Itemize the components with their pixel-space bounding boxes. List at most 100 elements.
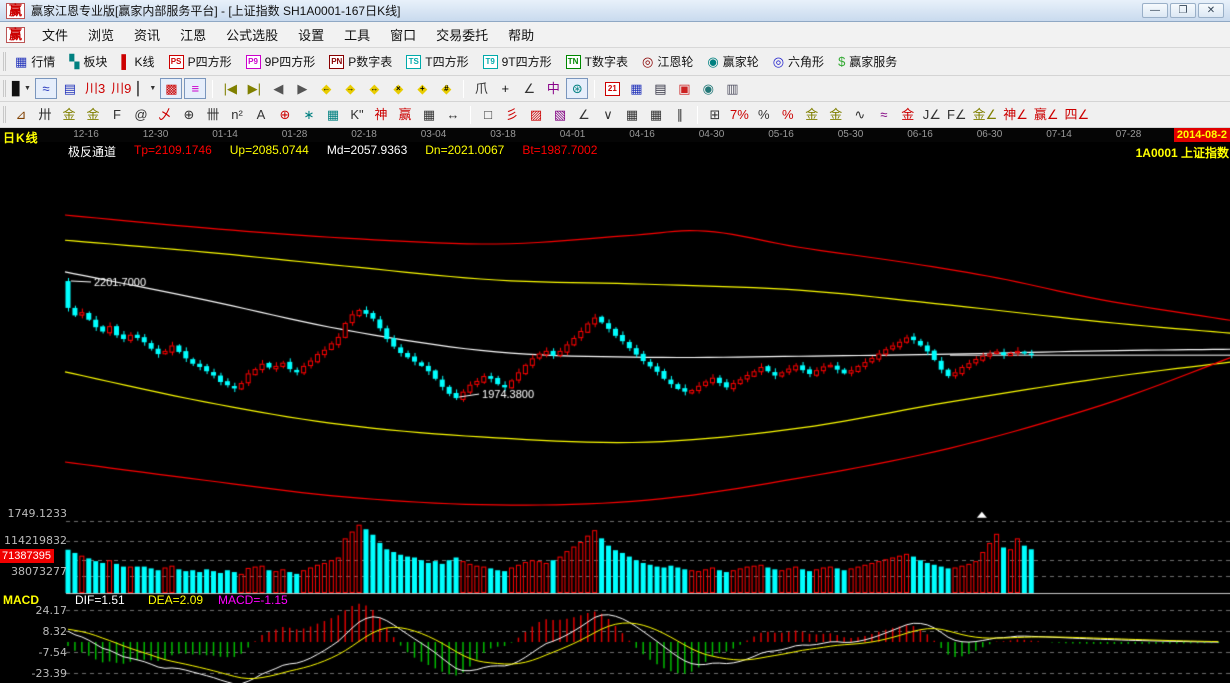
tool-channel-view[interactable]: ≈ [35,78,57,99]
tool-expand-horizontal[interactable]: ◆↔ [363,78,385,99]
tool-n-square[interactable]: n² [226,104,248,125]
menu-item-8[interactable]: 交易委托 [427,22,497,47]
tool-win-tool[interactable]: 赢 [394,104,416,125]
menu-item-1[interactable]: 浏览 [79,22,123,47]
tool-f-line[interactable]: F [106,104,128,125]
tool-draw-compass[interactable]: ⊿ [10,104,32,125]
tool-width-arrows[interactable]: ↔ [442,104,464,125]
tool-mini-chart-3[interactable]: 川3 [83,78,107,99]
tool-notes[interactable]: ▤ [649,78,671,99]
tool-v-lines[interactable]: ∨ [597,104,619,125]
tool-info-panel[interactable]: ▤ [59,78,81,99]
tool-compress-horizontal[interactable]: ◆× [387,78,409,99]
tool-j-angle[interactable]: J∠ [921,104,943,125]
tool-gold-channel-2[interactable]: 金 [82,104,104,125]
tool-candle-style-dropdown[interactable]: ▏▼ [135,78,158,99]
tool-first-page[interactable]: |◀ [219,78,241,99]
toolbar-button-gann-wheel[interactable]: ◎江恩轮 [637,51,698,72]
toolbar-button-quotes[interactable]: ▦行情 [10,51,60,72]
tool-gold-red[interactable]: 金 [897,104,919,125]
tool-percent-7[interactable]: 7% [728,104,751,125]
tool-calculator[interactable]: ▦ [625,78,647,99]
tool-save[interactable]: ▣ [673,78,695,99]
tool-gold-channel-1[interactable]: 金 [58,104,80,125]
minimize-button[interactable]: — [1142,3,1168,18]
menu-item-2[interactable]: 资讯 [125,22,169,47]
tool-circle-target[interactable]: ⊕ [274,104,296,125]
tool-crosshair-tool[interactable]: + [494,78,516,99]
toolbar-button-t-number-table[interactable]: TNT数字表 [561,51,633,72]
tool-price-grid[interactable]: ▦ [621,104,643,125]
toolbar-button-kline[interactable]: ▌K线 [116,51,159,72]
tool-period-dropdown[interactable]: ▊▼ [10,78,33,99]
tool-print[interactable]: ▥ [721,78,743,99]
toolbar-button-9p-square[interactable]: P99P四方形 [241,51,321,72]
tool-fan-box[interactable]: ▨ [525,104,547,125]
tool-calendar[interactable]: 21 [601,78,623,99]
toolbar-button-t-square[interactable]: TST四方形 [401,51,473,72]
tool-gold-circle[interactable]: 金 [801,104,823,125]
tool-star-web[interactable]: ∗ [298,104,320,125]
close-button[interactable]: ✕ [1198,3,1224,18]
tool-pattern-tool[interactable]: ▩ [160,78,182,99]
toolbar-button-p-square[interactable]: PSP四方形 [164,51,237,72]
tool-gold-angle[interactable]: 金∠ [971,104,1000,125]
tool-shen-angle[interactable]: 神∠ [1001,104,1030,125]
tool-shift-left[interactable]: ◆← [315,78,337,99]
tool-parallel-lines[interactable]: ∥ [669,104,691,125]
tool-volume-histogram[interactable]: ≡ [184,78,206,99]
menu-item-4[interactable]: 公式选股 [217,22,287,47]
menu-item-9[interactable]: 帮助 [499,22,543,47]
tool-send-web[interactable]: ◉ [697,78,719,99]
menu-item-5[interactable]: 设置 [289,22,333,47]
tool-grid-123[interactable]: ▦ [418,104,440,125]
maximize-button[interactable]: ❐ [1170,3,1196,18]
tool-k-mark[interactable]: K" [346,104,368,125]
tool-full-view[interactable]: ◆# [435,78,457,99]
tool-f-angle[interactable]: F∠ [945,104,969,125]
tool-gold-lines[interactable]: 金 [825,104,847,125]
tool-angle-lines[interactable]: ∠ [573,104,595,125]
toolbar-button-winner-service[interactable]: $赢家服务 [833,51,902,72]
tool-last-page[interactable]: ▶| [243,78,265,99]
tool-percent[interactable]: % [753,104,775,125]
menu-item-3[interactable]: 江恩 [171,22,215,47]
tool-spiral[interactable]: @ [130,104,152,125]
date-axis[interactable]: 12-1612-3001-1401-2802-1803-0403-1804-01… [0,128,1230,142]
tool-red-marker-pen[interactable]: 乄 [154,104,176,125]
tool-next-page[interactable]: ▶ [291,78,313,99]
tool-line-density[interactable]: 卌 [202,104,224,125]
tool-mid-tool[interactable]: 中 [542,78,564,99]
menu-item-6[interactable]: 工具 [335,22,379,47]
toolbar-button-hexagon[interactable]: ◎六角形 [768,51,829,72]
tool-a-channel[interactable]: A [250,104,272,125]
tool-wave-pen[interactable]: ∿ [849,104,871,125]
tool-win-angle[interactable]: 赢∠ [1032,104,1061,125]
tool-prev-page[interactable]: ◀ [267,78,289,99]
toolbar-button-p-number-table[interactable]: PNP数字表 [324,51,397,72]
tool-time-cycle[interactable]: ⊕ [178,104,200,125]
tool-trendline-tool[interactable]: ∠ [518,78,540,99]
tool-web-box[interactable]: ▦ [322,104,344,125]
tool-time-grid[interactable]: ▦ [645,104,667,125]
toolbar-button-9t-square[interactable]: T99T四方形 [478,51,557,72]
tool-fan-box-2[interactable]: ▧ [549,104,571,125]
toolbar-button-winner-wheel[interactable]: ◉赢家轮 [702,51,763,72]
period-dropdown-dropdown-arrow[interactable]: ▼ [24,85,31,92]
tool-gann-line-grid[interactable]: 卅 [34,104,56,125]
menu-item-7[interactable]: 窗口 [381,22,425,47]
tool-box-tool[interactable]: □ [477,104,499,125]
tool-ratio-table[interactable]: ⊞ [704,104,726,125]
menu-item-0[interactable]: 文件 [33,22,77,47]
tool-shift-right[interactable]: ◆→ [339,78,361,99]
tool-mini-chart-9[interactable]: 川9 [109,78,133,99]
tool-si-angle[interactable]: 四∠ [1063,104,1092,125]
tool-smart-tool[interactable]: ⊛ [566,78,588,99]
tool-percent-lines[interactable]: % [777,104,799,125]
tool-expand-all[interactable]: ◆+ [411,78,433,99]
candle-style-dropdown-dropdown-arrow[interactable]: ▼ [149,85,156,92]
toolbar-button-sectors[interactable]: ▚板块 [64,51,112,72]
tool-shen-tool[interactable]: 神 [370,104,392,125]
tool-hand-tool[interactable]: 爪 [470,78,492,99]
tool-wave-box[interactable]: ≈ [873,104,895,125]
